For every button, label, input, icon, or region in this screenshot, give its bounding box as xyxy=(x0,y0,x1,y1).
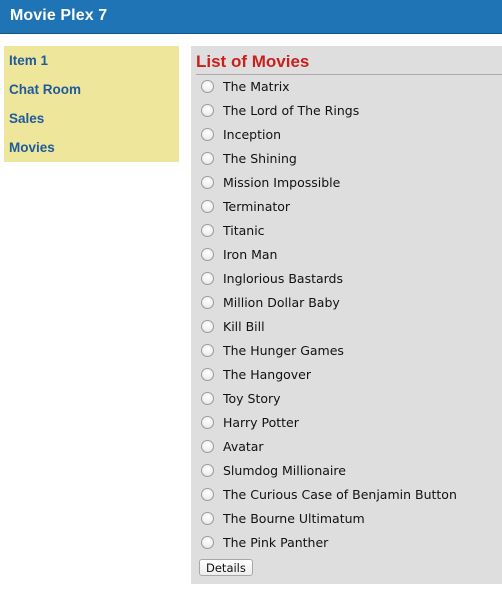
movie-radio[interactable] xyxy=(201,464,214,477)
title-divider xyxy=(196,74,502,75)
movie-label: The Matrix xyxy=(223,79,290,94)
movie-label: Toy Story xyxy=(223,391,281,406)
movie-label: Inglorious Bastards xyxy=(223,271,344,286)
movie-option[interactable]: Slumdog Millionaire xyxy=(191,460,502,484)
movie-option[interactable]: The Hangover xyxy=(191,364,502,388)
movie-radio[interactable] xyxy=(201,296,214,309)
sidebar-item-chat-room[interactable]: Chat Room xyxy=(9,82,81,97)
sidebar-item-movies[interactable]: Movies xyxy=(9,140,55,155)
movie-option[interactable]: Inception xyxy=(191,124,502,148)
movie-option[interactable]: Toy Story xyxy=(191,388,502,412)
sidebar-item-item-1[interactable]: Item 1 xyxy=(9,53,48,68)
movie-radio[interactable] xyxy=(201,320,214,333)
page-title: List of Movies xyxy=(196,52,310,71)
movie-option[interactable]: Inglorious Bastards xyxy=(191,268,502,292)
movie-option[interactable]: Avatar xyxy=(191,436,502,460)
movie-radio[interactable] xyxy=(201,248,214,261)
movie-radio[interactable] xyxy=(201,488,214,501)
movie-label: The Bourne Ultimatum xyxy=(223,511,365,526)
movie-option[interactable]: Kill Bill xyxy=(191,316,502,340)
movie-radio[interactable] xyxy=(201,368,214,381)
movie-label: The Hangover xyxy=(223,367,312,382)
movie-option[interactable]: The Hunger Games xyxy=(191,340,502,364)
movie-label: The Pink Panther xyxy=(223,535,329,550)
movie-label: Harry Potter xyxy=(223,415,299,430)
movie-label: Kill Bill xyxy=(223,319,265,334)
movie-radio[interactable] xyxy=(201,344,214,357)
details-button[interactable]: Details xyxy=(199,559,253,576)
movie-label: Iron Man xyxy=(223,247,278,262)
movie-option[interactable]: Titanic xyxy=(191,220,502,244)
movie-option[interactable]: Iron Man xyxy=(191,244,502,268)
movie-radio[interactable] xyxy=(201,440,214,453)
movie-radio[interactable] xyxy=(201,152,214,165)
movie-radio[interactable] xyxy=(201,176,214,189)
movie-radio[interactable] xyxy=(201,200,214,213)
movie-label: Million Dollar Baby xyxy=(223,295,340,310)
movie-label: Slumdog Millionaire xyxy=(223,463,346,478)
movie-label: Terminator xyxy=(223,199,291,214)
movie-radio[interactable] xyxy=(201,128,214,141)
sidebar-item-sales[interactable]: Sales xyxy=(9,111,44,126)
movie-label: Inception xyxy=(223,127,282,142)
movie-label: The Hunger Games xyxy=(223,343,344,358)
movie-label: The Curious Case of Benjamin Button xyxy=(223,487,457,502)
movie-option[interactable]: Harry Potter xyxy=(191,412,502,436)
movie-radio[interactable] xyxy=(201,512,214,525)
app-title: Movie Plex 7 xyxy=(10,7,108,24)
movie-option[interactable]: The Matrix xyxy=(191,76,502,100)
movie-radio[interactable] xyxy=(201,104,214,117)
movie-radio[interactable] xyxy=(201,392,214,405)
movie-label: The Shining xyxy=(223,151,297,166)
movie-option[interactable]: The Pink Panther xyxy=(191,532,502,556)
app-header: Movie Plex 7 xyxy=(0,0,502,34)
movie-radio[interactable] xyxy=(201,416,214,429)
movie-label: Mission Impossible xyxy=(223,175,341,190)
movie-option[interactable]: The Bourne Ultimatum xyxy=(191,508,502,532)
movie-option[interactable]: The Curious Case of Benjamin Button xyxy=(191,484,502,508)
movie-radio[interactable] xyxy=(201,272,214,285)
movie-option[interactable]: Million Dollar Baby xyxy=(191,292,502,316)
movie-label: Titanic xyxy=(223,223,265,238)
movie-label: Avatar xyxy=(223,439,264,454)
movie-option[interactable]: Mission Impossible xyxy=(191,172,502,196)
movie-radio[interactable] xyxy=(201,224,214,237)
movie-radio[interactable] xyxy=(201,80,214,93)
movie-panel: List of Movies The Matrix The Lord of The… xyxy=(191,46,502,584)
movie-label: The Lord of The Rings xyxy=(223,103,360,118)
movie-option[interactable]: The Lord of The Rings xyxy=(191,100,502,124)
movie-option[interactable]: The Shining xyxy=(191,148,502,172)
sidebar: Item 1 Chat Room Sales Movies xyxy=(4,46,179,162)
movie-radio[interactable] xyxy=(201,536,214,549)
movie-option[interactable]: Terminator xyxy=(191,196,502,220)
